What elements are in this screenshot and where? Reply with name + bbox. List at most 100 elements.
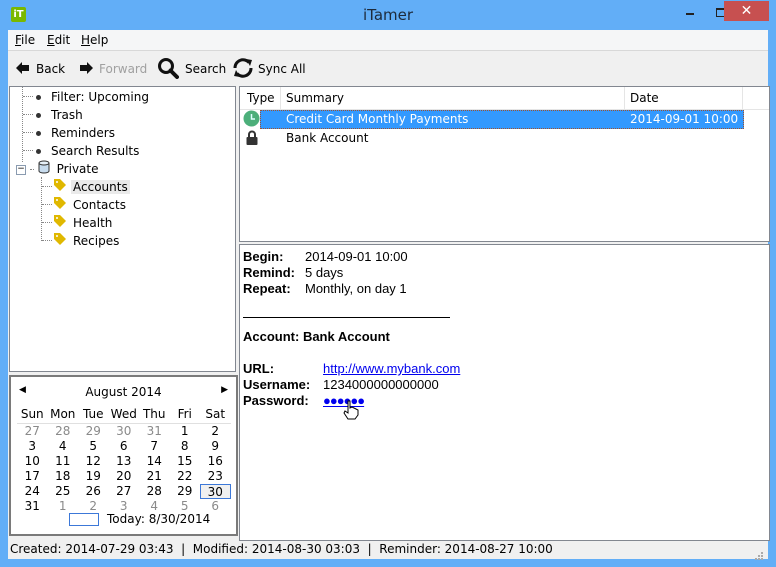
calendar-day[interactable]: 29 (170, 484, 201, 499)
column-header-date[interactable]: Date (630, 91, 659, 105)
calendar-day[interactable]: 9 (200, 439, 231, 454)
calendar-day[interactable]: 25 (48, 484, 79, 499)
column-separator[interactable] (624, 87, 625, 109)
bullet-icon (36, 131, 41, 136)
calendar-day[interactable]: 14 (139, 454, 170, 469)
calendar-day[interactable]: 2 (200, 424, 231, 439)
tree-item-label: Recipes (73, 234, 120, 248)
forward-button[interactable]: Forward (79, 59, 147, 79)
tree-item-health[interactable]: Health (53, 214, 112, 232)
calendar-day[interactable]: 28 (139, 484, 170, 499)
menu-file-label: ile (21, 33, 36, 47)
tree-item-label: Filter: Upcoming (51, 90, 149, 104)
calendar-day[interactable]: 24 (17, 484, 48, 499)
calendar-day[interactable]: 18 (48, 469, 79, 484)
calendar-day[interactable]: 4 (48, 439, 79, 454)
calendar-day[interactable]: 27 (17, 424, 48, 439)
calendar-day[interactable]: 28 (48, 424, 79, 439)
window-title: iTamer (362, 6, 414, 24)
menu-help-accel: H (81, 33, 91, 47)
column-separator[interactable] (280, 87, 281, 109)
next-month-button[interactable]: ▶ (221, 385, 228, 395)
list-row[interactable]: Credit Card Monthly Payments 2014-09-01 … (240, 110, 744, 129)
calendar-day[interactable]: 19 (78, 469, 109, 484)
collapse-icon[interactable]: − (16, 164, 26, 175)
tree-connector (42, 222, 52, 223)
sync-all-label: Sync All (258, 62, 306, 76)
list-row[interactable]: Bank Account (240, 129, 744, 147)
menu-file[interactable]: File (15, 33, 35, 47)
calendar-day[interactable]: 11 (48, 454, 79, 469)
tree-item-label: Search Results (51, 144, 140, 158)
url-link[interactable]: http://www.mybank.com (323, 361, 460, 376)
calendar-day[interactable]: 20 (109, 469, 140, 484)
calendar-day[interactable]: 31 (17, 499, 48, 514)
minimize-button[interactable] (675, 1, 705, 21)
tree-item-label: Reminders (51, 126, 115, 140)
calendar-month-label[interactable]: August 2014 (11, 385, 236, 399)
list-header: Type Summary Date (240, 87, 769, 110)
column-header-summary[interactable]: Summary (286, 91, 344, 105)
close-button[interactable]: ✕ (724, 1, 769, 21)
calendar-day[interactable]: 31 (139, 424, 170, 439)
tree-item-recipes[interactable]: Recipes (53, 232, 119, 250)
calendar-day[interactable]: 17 (17, 469, 48, 484)
calendar-day[interactable]: 23 (200, 469, 231, 484)
row-summary: Bank Account (286, 131, 369, 145)
tree-item-search-results[interactable]: Search Results (36, 142, 139, 160)
resize-grip-icon[interactable] (755, 547, 764, 560)
calendar-day[interactable]: 7 (139, 439, 170, 454)
calendar-day[interactable]: 26 (78, 484, 109, 499)
calendar-weekday-header: Sun Mon Tue Wed Thu Fri Sat (17, 407, 231, 424)
calendar-day[interactable]: 10 (17, 454, 48, 469)
database-icon (38, 160, 50, 179)
calendar-day[interactable]: 12 (78, 454, 109, 469)
detail-pane: Begin: 2014-09-01 10:00 Remind: 5 days Rep… (239, 244, 770, 541)
tree-connector (42, 240, 52, 241)
separator-line (243, 317, 450, 318)
title-bar: iT iTamer ✕ (0, 0, 776, 30)
calendar-grid: Sun Mon Tue Wed Thu Fri Sat 27 28 29 30 31 1 2 3 4 5 6 7 8 9… (17, 407, 231, 514)
username-label: Username: (243, 377, 311, 392)
folder-tree: Filter: Upcoming Trash Reminders Search … (9, 86, 236, 372)
back-button[interactable]: Back (16, 59, 65, 79)
tree-item-private[interactable]: − Private (16, 160, 99, 178)
tree-item-trash[interactable]: Trash (36, 106, 83, 124)
tree-connector (23, 132, 33, 133)
tree-item-reminders[interactable]: Reminders (36, 124, 115, 142)
search-button[interactable]: Search (157, 57, 226, 79)
row-summary: Credit Card Monthly Payments (286, 112, 469, 126)
menu-help[interactable]: Help (81, 33, 108, 47)
calendar-day[interactable]: 27 (109, 484, 140, 499)
calendar-day[interactable]: 5 (78, 439, 109, 454)
sync-all-button[interactable]: Sync All (231, 57, 306, 79)
tag-icon (53, 232, 67, 251)
tree-item-contacts[interactable]: Contacts (53, 196, 126, 214)
calendar-day[interactable]: 30 (109, 424, 140, 439)
repeat-row: Repeat: Monthly, on day 1 (243, 281, 407, 296)
calendar-day[interactable]: 13 (109, 454, 140, 469)
calendar-day[interactable]: 16 (200, 454, 231, 469)
menu-edit[interactable]: Edit (47, 33, 70, 47)
calendar-day[interactable]: 3 (17, 439, 48, 454)
calendar-day[interactable]: 29 (78, 424, 109, 439)
calendar-day[interactable]: 22 (170, 469, 201, 484)
client-area: File Edit Help Back Forward Search Sync … (8, 30, 770, 560)
calendar-day[interactable]: 8 (170, 439, 201, 454)
tree-item-accounts[interactable]: Accounts (53, 178, 130, 196)
calendar-day[interactable]: 21 (139, 469, 170, 484)
tag-icon (53, 214, 67, 233)
weekday-label: Sat (205, 407, 226, 421)
calendar-week: 27 28 29 30 31 1 2 (17, 424, 231, 439)
weekday-label: Sun (20, 407, 44, 421)
tree-item-filter-upcoming[interactable]: Filter: Upcoming (36, 88, 149, 106)
calendar-day[interactable]: 1 (170, 424, 201, 439)
column-header-type[interactable]: Type (247, 91, 275, 105)
calendar-day[interactable]: 6 (109, 439, 140, 454)
calendar-day[interactable]: 15 (170, 454, 201, 469)
calendar-day[interactable]: 30 (200, 484, 231, 499)
today-link[interactable]: Today: 8/30/2014 (69, 512, 210, 526)
tree-connector (23, 114, 33, 115)
remind-label: Remind: (243, 265, 295, 280)
column-separator[interactable] (742, 87, 743, 109)
